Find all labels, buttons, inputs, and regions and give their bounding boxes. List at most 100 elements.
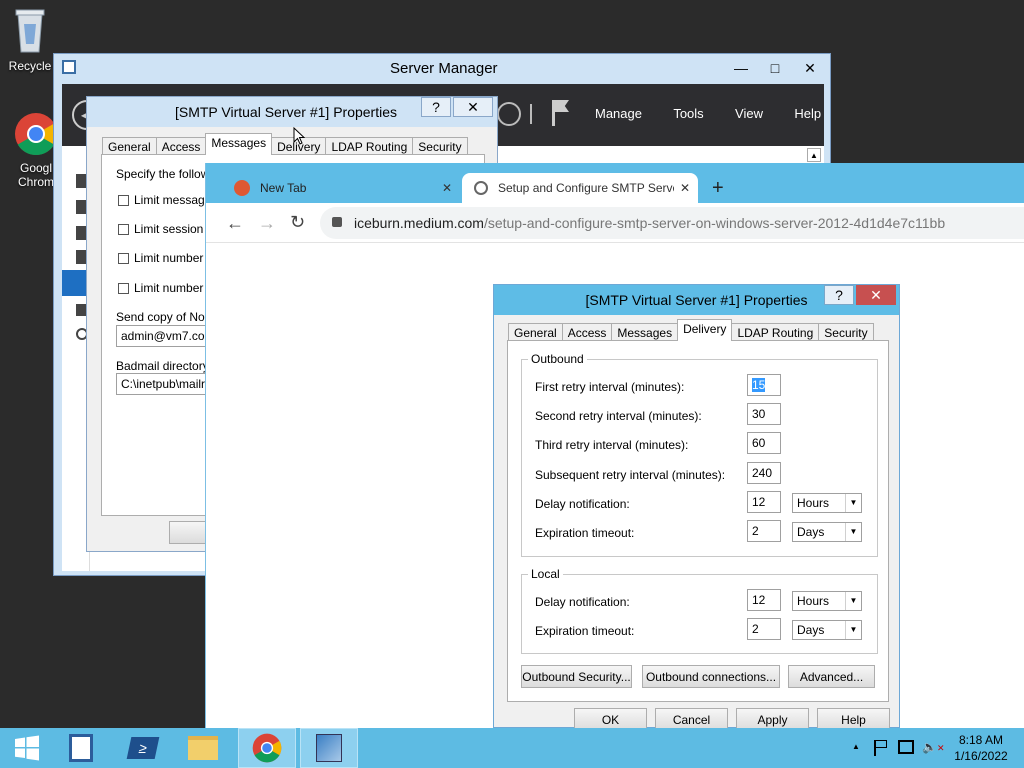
- outbound-security-button[interactable]: Outbound Security...: [521, 665, 632, 688]
- start-button[interactable]: [0, 728, 54, 768]
- first-retry-input[interactable]: 15: [747, 374, 781, 396]
- outbound-delay-unit-value: Hours: [797, 496, 830, 510]
- outbound-expiration-unit-select[interactable]: Days ▼: [792, 522, 862, 542]
- back-dialog-title: [SMTP Virtual Server #1] Properties: [174, 104, 398, 120]
- back-dialog-close-button[interactable]: ✕: [453, 97, 493, 117]
- globe-icon: [474, 181, 488, 195]
- mouse-cursor-icon: [293, 127, 305, 145]
- system-tray: ▲ 🔈✕: [848, 728, 948, 768]
- taskbar-server-manager[interactable]: [54, 728, 108, 768]
- menu-manage[interactable]: Manage: [595, 106, 642, 121]
- reload-icon[interactable]: ↻: [290, 212, 305, 233]
- chrome-tab-bar: New Tab ✕ Setup and Configure SMTP Serve…: [206, 163, 1024, 203]
- send-copy-label: Send copy of Non-: [116, 310, 216, 324]
- close-tab-icon[interactable]: ✕: [680, 181, 690, 195]
- new-tab-plus-icon[interactable]: +: [712, 177, 724, 200]
- chevron-down-icon[interactable]: ▼: [845, 621, 861, 639]
- taskbar-file-explorer[interactable]: [176, 728, 230, 768]
- chrome-tab-active[interactable]: Setup and Configure SMTP Serve ✕: [462, 173, 698, 203]
- second-retry-input[interactable]: 30: [747, 403, 781, 425]
- outbound-connections-button[interactable]: Outbound connections...: [642, 665, 780, 688]
- back-dialog-help-button[interactable]: ?: [421, 97, 451, 117]
- tab-security[interactable]: Security: [818, 323, 874, 341]
- minimize-button[interactable]: —: [724, 58, 758, 78]
- chrome-icon: [15, 113, 58, 156]
- outbound-expiration-unit-value: Days: [797, 525, 825, 539]
- local-delay-unit-select[interactable]: Hours ▼: [792, 591, 862, 611]
- back-tab-access[interactable]: Access: [155, 137, 207, 155]
- back-tab-general[interactable]: General: [102, 137, 157, 155]
- limit-message-size-checkbox[interactable]: [118, 195, 129, 206]
- chevron-down-icon[interactable]: ▼: [845, 494, 861, 512]
- dialog-help-button[interactable]: ?: [824, 285, 854, 305]
- advanced-button[interactable]: Advanced...: [788, 665, 875, 688]
- tab-access[interactable]: Access: [561, 323, 613, 341]
- taskbar-powershell[interactable]: ≥: [116, 728, 170, 768]
- local-delay-input[interactable]: 12: [747, 589, 781, 611]
- taskbar-chrome[interactable]: [238, 728, 296, 768]
- limit-session-size-checkbox[interactable]: [118, 224, 129, 235]
- tab-messages[interactable]: Messages: [611, 323, 679, 341]
- network-icon[interactable]: [898, 740, 914, 754]
- forward-arrow-icon[interactable]: →: [258, 213, 276, 234]
- tab-delivery[interactable]: Delivery: [677, 319, 733, 341]
- back-tab-messages[interactable]: Messages: [205, 133, 273, 155]
- volume-muted-icon[interactable]: 🔈✕: [922, 740, 945, 754]
- clock[interactable]: 8:18 AM 1/16/2022: [948, 732, 1014, 764]
- outbound-delay-input[interactable]: 12: [747, 491, 781, 513]
- taskbar-iis-manager[interactable]: [300, 728, 358, 768]
- dialog-close-button[interactable]: ✕: [856, 285, 896, 305]
- powershell-icon: ≥: [126, 737, 160, 759]
- menu-help[interactable]: Help: [794, 106, 821, 121]
- chrome-tab-new-tab[interactable]: New Tab ✕: [222, 173, 458, 203]
- lock-icon[interactable]: [332, 217, 342, 227]
- limit-messages-per-connection-checkbox[interactable]: [118, 253, 129, 264]
- show-hidden-icons-chevron[interactable]: ▲: [852, 742, 860, 751]
- server-manager-app-icon: [62, 60, 76, 74]
- limit-recipients-checkbox[interactable]: [118, 283, 129, 294]
- delivery-panel: Outbound First retry interval (minutes):…: [507, 340, 889, 702]
- chevron-down-icon[interactable]: ▼: [845, 592, 861, 610]
- maximize-button[interactable]: □: [758, 58, 792, 78]
- local-group-label: Local: [528, 567, 563, 581]
- server-manager-menu: Manage Tools View Help: [567, 106, 821, 121]
- refresh-icon[interactable]: [497, 102, 521, 126]
- third-retry-input[interactable]: 60: [747, 432, 781, 454]
- back-arrow-icon[interactable]: ←: [226, 213, 244, 234]
- chrome-tab-title: Setup and Configure SMTP Serve: [498, 181, 674, 195]
- dialog-title: [SMTP Virtual Server #1] Properties: [585, 292, 808, 308]
- chevron-down-icon[interactable]: ▼: [845, 523, 861, 541]
- address-bar[interactable]: iceburn.medium.com/setup-and-configure-s…: [320, 207, 1024, 239]
- local-expiration-unit-select[interactable]: Days ▼: [792, 620, 862, 640]
- back-dialog-titlebar: [SMTP Virtual Server #1] Properties ? ✕: [87, 97, 497, 127]
- roles-icon[interactable]: [76, 304, 86, 316]
- iis-manager-icon: [316, 734, 342, 762]
- back-tab-ldap-routing[interactable]: LDAP Routing: [325, 137, 414, 155]
- local-group: Local Delay notification: 12 Hours ▼ Exp…: [521, 567, 878, 654]
- local-expiration-input[interactable]: 2: [747, 618, 781, 640]
- scroll-up-button[interactable]: ▲: [807, 148, 821, 162]
- subsequent-retry-input[interactable]: 240: [747, 462, 781, 484]
- action-center-flag-icon[interactable]: [874, 740, 888, 756]
- menu-view[interactable]: View: [735, 106, 763, 121]
- recycle-bin-label: Recycle: [8, 59, 52, 73]
- duckduckgo-icon: [234, 180, 250, 196]
- close-tab-icon[interactable]: ✕: [442, 181, 452, 195]
- recycle-bin-desktop-icon[interactable]: Recycle: [0, 6, 60, 73]
- outbound-delay-label: Delay notification:: [535, 497, 630, 511]
- tab-general[interactable]: General: [508, 323, 563, 341]
- close-button[interactable]: ✕: [792, 58, 828, 78]
- url-text: iceburn.medium.com/setup-and-configure-s…: [354, 215, 945, 231]
- url-domain: iceburn.medium.com: [354, 215, 484, 231]
- outbound-delay-unit-select[interactable]: Hours ▼: [792, 493, 862, 513]
- clock-date: 1/16/2022: [954, 749, 1008, 763]
- outbound-expiration-input[interactable]: 2: [747, 520, 781, 542]
- taskbar: ≥ ▲ 🔈✕ 8:18 AM 1/16/2022: [0, 728, 1024, 768]
- specify-text: Specify the followin: [116, 167, 219, 181]
- back-tab-security[interactable]: Security: [412, 137, 468, 155]
- menu-tools[interactable]: Tools: [673, 106, 703, 121]
- server-manager-title: Server Manager: [390, 60, 498, 77]
- tab-ldap-routing[interactable]: LDAP Routing: [731, 323, 820, 341]
- outbound-group: Outbound First retry interval (minutes):…: [521, 352, 878, 557]
- local-expiration-label: Expiration timeout:: [535, 624, 635, 638]
